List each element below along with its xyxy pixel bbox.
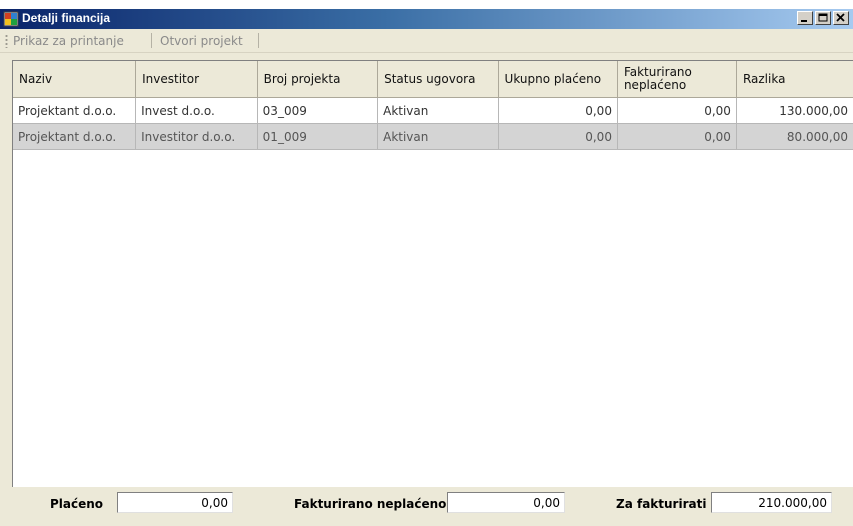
title-bar[interactable]: Detalji financija — [0, 9, 853, 29]
cell-investitor[interactable]: Investitor d.o.o. — [135, 123, 258, 150]
toolbar-separator — [258, 33, 259, 48]
window-title: Detalji financija — [22, 11, 111, 25]
za-fakturirati-field[interactable]: 210.000,00 — [711, 492, 832, 513]
fakturirano-neplaceno-label: Fakturirano neplaćeno — [294, 497, 447, 511]
cell-broj-projekta[interactable]: 01_009 — [257, 123, 379, 150]
column-header-razlika[interactable]: Razlika — [736, 61, 853, 98]
cell-naziv[interactable]: Projektant d.o.o. — [13, 123, 137, 150]
cell-razlika[interactable]: 80.000,00 — [736, 123, 853, 150]
maximize-button[interactable] — [815, 11, 831, 25]
minimize-icon — [801, 20, 807, 22]
finance-table: Naziv Investitor Broj projekta Status ug… — [13, 61, 853, 150]
cell-fakturirano-neplaceno[interactable]: 0,00 — [617, 97, 737, 124]
column-header-broj-projekta[interactable]: Broj projekta — [257, 61, 379, 98]
column-header-ukupno-placeno[interactable]: Ukupno plaćeno — [498, 61, 618, 98]
placeno-field[interactable]: 0,00 — [117, 492, 233, 513]
close-button[interactable] — [833, 11, 849, 25]
finance-grid[interactable]: Naziv Investitor Broj projekta Status ug… — [12, 60, 853, 487]
cell-fakturirano-neplaceno[interactable]: 0,00 — [617, 123, 737, 150]
close-icon — [836, 13, 845, 22]
cell-investitor[interactable]: Invest d.o.o. — [135, 97, 258, 124]
cell-naziv[interactable]: Projektant d.o.o. — [13, 97, 137, 124]
print-preview-button[interactable]: Prikaz za printanje — [13, 33, 124, 49]
cell-razlika[interactable]: 130.000,00 — [736, 97, 853, 124]
column-header-naziv[interactable]: Naziv — [13, 61, 137, 98]
table-header-row: Naziv Investitor Broj projekta Status ug… — [13, 61, 853, 98]
cell-ukupno-placeno[interactable]: 0,00 — [498, 97, 618, 124]
table-row[interactable]: Projektant d.o.o. Invest d.o.o. 03_009 A… — [13, 97, 853, 124]
toolbar-grip[interactable] — [5, 34, 8, 48]
cell-status[interactable]: Aktivan — [377, 123, 499, 150]
column-header-status-ugovora[interactable]: Status ugovora — [377, 61, 499, 98]
column-header-fakturirano-neplaceno[interactable]: Fakturirano neplaćeno — [617, 61, 737, 98]
cell-ukupno-placeno[interactable]: 0,00 — [498, 123, 618, 150]
window-controls — [795, 11, 849, 27]
maximize-icon — [818, 13, 828, 22]
toolbar: Prikaz za printanje Otvori projekt — [0, 29, 853, 53]
cell-status[interactable]: Aktivan — [377, 97, 499, 124]
table-row-selected[interactable]: Projektant d.o.o. Investitor d.o.o. 01_0… — [13, 123, 853, 150]
column-header-investitor[interactable]: Investitor — [135, 61, 258, 98]
totals-footer: Plaćeno 0,00 Fakturirano neplaćeno 0,00 … — [0, 487, 853, 526]
placeno-label: Plaćeno — [50, 497, 104, 511]
cell-broj-projekta[interactable]: 03_009 — [257, 97, 379, 124]
toolbar-separator — [151, 33, 152, 48]
za-fakturirati-label: Za fakturirati — [616, 497, 707, 511]
fakturirano-neplaceno-field[interactable]: 0,00 — [447, 492, 565, 513]
app-icon — [3, 11, 19, 27]
open-project-button[interactable]: Otvori projekt — [160, 33, 243, 49]
finance-details-window: Detalji financija Prikaz za printanje Ot… — [0, 9, 853, 526]
minimize-button[interactable] — [797, 11, 813, 25]
